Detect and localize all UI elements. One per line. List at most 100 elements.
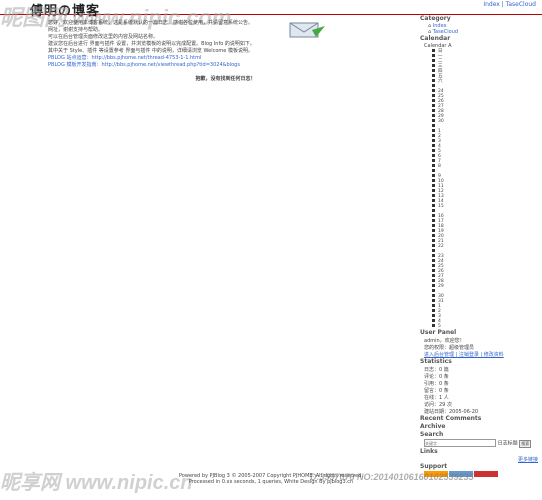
bullet-icon (432, 154, 435, 157)
bullet-icon (432, 269, 435, 272)
archive-title: Archive (420, 423, 446, 430)
bullet-icon (432, 119, 435, 122)
bullet-icon (432, 54, 435, 57)
search-button[interactable]: 搜索 (519, 439, 532, 448)
bullet-icon (432, 174, 435, 177)
calendar-day-label: 30 (438, 119, 444, 124)
bullet-icon (432, 134, 435, 137)
bullet-icon (432, 324, 435, 327)
stats-list: 日志：0 篇评论：0 条引用：0 条留言：0 条在线：1 人访问：29 次建站日… (424, 366, 538, 415)
bullet-icon (432, 209, 435, 212)
bullet-icon (432, 224, 435, 227)
bullet-icon (432, 234, 435, 237)
calendar-day-label: 六 (438, 79, 443, 84)
post-body: 您好，欢迎使用本博客系统，这是系统默认的一篇日志。感谢各位使用，并请留意系统公告… (48, 20, 403, 69)
bullet-icon (432, 74, 435, 77)
stats-row: 日志：0 篇 (424, 367, 449, 373)
bullet-icon (432, 94, 435, 97)
bullet-icon (432, 84, 435, 87)
bullet-icon (432, 309, 435, 312)
bullet-icon (432, 99, 435, 102)
calendar-day-label: 29 (438, 284, 444, 289)
bullet-icon (432, 259, 435, 262)
more-links[interactable]: 更多链接 (420, 456, 538, 463)
stats-row: 引用：0 条 (424, 381, 449, 387)
bullet-icon (432, 169, 435, 172)
stats-title: Statistics (420, 358, 452, 365)
stats-row: 留言：0 条 (424, 388, 449, 394)
bullet-icon (432, 139, 435, 142)
bullet-icon (432, 289, 435, 292)
calendar-day-label: 8 (438, 164, 441, 169)
bullet-icon (432, 294, 435, 297)
stats-row: 评论：0 条 (424, 374, 449, 380)
userpanel-line: 您的权限：超级管理员 (424, 345, 475, 351)
bullet-icon (432, 299, 435, 302)
bullet-icon (432, 69, 435, 72)
category-title: Category (420, 15, 451, 22)
bullet-icon (432, 104, 435, 107)
bullet-icon (432, 129, 435, 132)
post-line: 可以在后台管理页面修改这里的内容及网站名称。 (48, 34, 159, 40)
stats-row: 访问：29 次 (424, 402, 452, 408)
post-line: 其中关于 Style、插件 等设置参考 界面与插件 中的说明，详细请浏览 Wel… (48, 48, 253, 54)
footer-line: Processed in 0.xx seconds, 1 queries, Wh… (188, 479, 354, 485)
recent-title: Recent Comments (420, 415, 482, 422)
bullet-icon (432, 319, 435, 322)
bullet-icon (432, 194, 435, 197)
bullet-icon (432, 264, 435, 267)
post-link[interactable]: PBLOG 模板开发指南：http://bbs.pjhome.net/viewt… (48, 62, 403, 69)
bullet-icon (432, 249, 435, 252)
footer: Powered by PJBlog 3 © 2005-2007 Copyrigh… (0, 473, 542, 485)
post-line: 网址，谢谢支持与帮助。 (48, 27, 104, 33)
search-title: Search (420, 431, 444, 438)
header-links[interactable]: Index | TaseCloud (483, 1, 536, 8)
post-link[interactable]: PBLOG 站点运营：http://bbs.pjhome.net/thread-… (48, 55, 403, 62)
post-line: 您好，欢迎使用本博客系统，这是系统默认的一篇日志。感谢各位使用，并请留意系统公告… (48, 20, 254, 26)
bullet-icon (432, 64, 435, 67)
bullet-icon (432, 184, 435, 187)
bullet-icon (432, 114, 435, 117)
bullet-icon (432, 124, 435, 127)
calendar-day-label: 22 (438, 244, 444, 249)
stats-row: 在线：1 人 (424, 395, 449, 401)
calendar: 日一二三四五六 24 25 26 27 28 29 30 1 2 3 4 5 6 7 8 9 10 11 12 13 14… (432, 49, 538, 329)
bullet-icon (432, 254, 435, 257)
bullet-icon (432, 149, 435, 152)
bullet-icon (432, 284, 435, 287)
bullet-icon (432, 59, 435, 62)
calendar-day-label: 15 (438, 204, 444, 209)
bullet-icon (432, 144, 435, 147)
bullet-icon (432, 229, 435, 232)
stats-row: 建站日期：2005-06-20 (424, 409, 479, 415)
bullet-icon (432, 314, 435, 317)
bullet-icon (432, 109, 435, 112)
post-line: 建议您在后台进行 界面与插件 设置，并浏览模板的说明以完成配置。Blog Inf… (48, 41, 255, 47)
links-title: Links (420, 447, 438, 455)
search-input[interactable] (424, 439, 496, 447)
bullet-icon (432, 204, 435, 207)
bullet-icon (432, 304, 435, 307)
sidebar: Category ⌂ Index ⌂ TaseCloud Calendar Ca… (420, 15, 538, 479)
search-option[interactable]: 日志标题 (498, 441, 518, 447)
userpanel-line: admin，欢迎您！ (424, 338, 465, 344)
bullet-icon (432, 279, 435, 282)
main-content: 您好，欢迎使用本博客系统，这是系统默认的一篇日志。感谢各位使用，并请留意系统公告… (48, 20, 403, 82)
empty-message: 抱歉，没有找到任何日志！ (195, 76, 256, 82)
bullet-icon (432, 49, 435, 52)
bullet-icon (432, 244, 435, 247)
bullet-icon (432, 179, 435, 182)
bullet-icon (432, 214, 435, 217)
bullet-icon (432, 89, 435, 92)
userpanel-link[interactable]: 进入后台管理 | 注销登录 | 修改资料 (424, 351, 538, 358)
bullet-icon (432, 274, 435, 277)
calendar-title: Calendar (420, 35, 451, 42)
userpanel-title: User Panel (420, 329, 457, 336)
bullet-icon (432, 159, 435, 162)
bullet-icon (432, 189, 435, 192)
bullet-icon (432, 219, 435, 222)
bullet-icon (432, 79, 435, 82)
envelope-icon (289, 22, 325, 38)
bullet-icon (432, 164, 435, 167)
bullet-icon (432, 199, 435, 202)
